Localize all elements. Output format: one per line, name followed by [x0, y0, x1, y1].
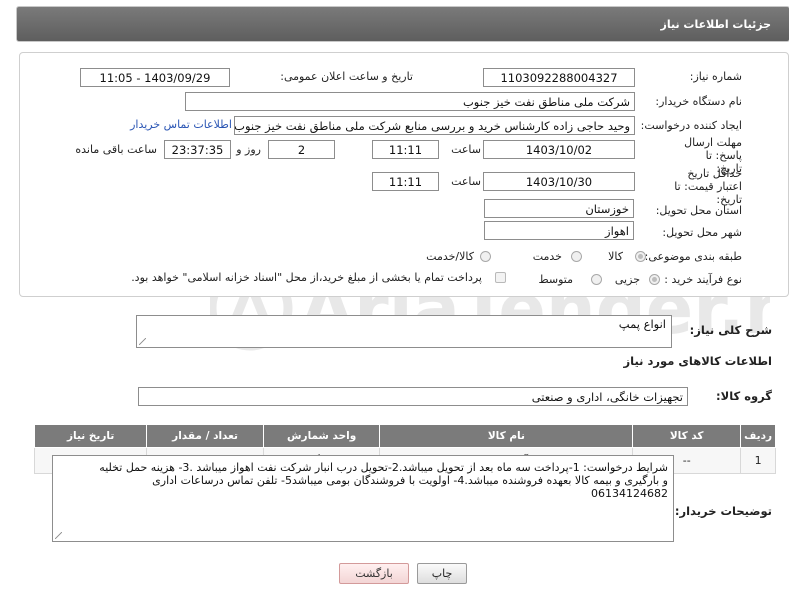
price-validity-time-label: ساعت — [451, 175, 481, 188]
col-header-unit: واحد شمارش — [262, 424, 381, 448]
col-header-row: ردیف — [740, 424, 776, 448]
requester-field[interactable]: وحید حاجی زاده کارشناس خرید و بررسی مناب… — [234, 116, 635, 135]
col-header-quantity: تعداد / مقدار — [146, 424, 264, 448]
summary-label: شرح کلی نیاز: — [689, 323, 772, 337]
reply-deadline-date-field[interactable]: 1403/10/02 — [483, 140, 635, 159]
price-validity-date-field[interactable]: 1403/10/30 — [483, 172, 635, 191]
remaining-time-label: ساعت باقی مانده — [75, 143, 157, 156]
goods-table-header: ردیف کد کالا نام کالا واحد شمارش تعداد /… — [33, 424, 776, 448]
process-medium-radio[interactable] — [591, 274, 602, 285]
resize-grip-icon[interactable] — [55, 532, 62, 539]
need-number-label: شماره نیاز: — [689, 70, 742, 83]
remaining-time-field[interactable]: 23:37:35 — [164, 140, 231, 159]
buyer-notes-label: توضیحات خریدار: — [674, 504, 772, 518]
buyer-notes-field[interactable]: شرایط درخواست: 1-پرداخت سه ماه بعد از تح… — [52, 455, 674, 542]
print-button[interactable]: چاپ — [417, 563, 467, 584]
reply-deadline-time-field[interactable]: 11:11 — [372, 140, 439, 159]
col-header-date: تاریخ نیاز — [33, 424, 148, 448]
category-goods-service-radio[interactable] — [480, 251, 491, 262]
province-label: استان محل تحویل: — [655, 204, 742, 217]
reply-deadline-time-label: ساعت — [451, 143, 481, 156]
back-button[interactable]: بازگشت — [339, 563, 409, 584]
process-medium-label: متوسط — [538, 273, 573, 286]
goods-section-title: اطلاعات کالاهای مورد نیاز — [623, 354, 772, 368]
category-label: طبقه بندی موضوعی: — [644, 250, 742, 263]
category-goods-label: کالا — [608, 250, 623, 263]
buyer-org-field[interactable]: شرکت ملی مناطق نفت خیز جنوب — [185, 92, 635, 111]
announce-datetime-label: تاریخ و ساعت اعلان عمومی: — [280, 70, 413, 83]
treasury-payment-note: پرداخت تمام یا بخشی از مبلغ خرید،از محل … — [131, 271, 482, 284]
city-field[interactable]: اهواز — [484, 221, 634, 240]
col-header-code: کد کالا — [632, 424, 742, 448]
category-goods-service-label: کالا/خدمت — [426, 250, 474, 263]
reply-days-label: روز و — [236, 143, 261, 156]
process-label: نوع فرآیند خرید : — [664, 273, 742, 286]
buyer-notes-line: شرایط درخواست: 1-پرداخت سه ماه بعد از تح… — [99, 461, 668, 474]
province-field[interactable]: خوزستان — [484, 199, 634, 218]
announce-datetime-field[interactable]: 1403/09/29 - 11:05 — [80, 68, 230, 87]
treasury-payment-checkbox[interactable] — [495, 272, 506, 283]
process-minor-radio[interactable] — [649, 274, 660, 285]
summary-field[interactable]: انواع پمپ — [136, 315, 672, 348]
reply-days-field[interactable]: 2 — [268, 140, 335, 159]
price-validity-label: حداقل تاریخ اعتبار قیمت: تا تاریخ: — [674, 167, 742, 206]
price-validity-time-field[interactable]: 11:11 — [372, 172, 439, 191]
goods-group-label: گروه کالا: — [716, 389, 772, 403]
category-service-radio[interactable] — [571, 251, 582, 262]
city-label: شهر محل تحویل: — [662, 226, 742, 239]
buyer-notes-line: و بارگیری و بیمه کالا بعهده فروشنده میبا… — [152, 474, 668, 487]
buyer-notes-line: 06134124682 — [591, 487, 668, 500]
buyer-contact-link[interactable]: اطلاعات تماس خریدار — [130, 118, 232, 131]
goods-group-field[interactable]: تجهیزات خانگی، اداری و صنعتی — [138, 387, 688, 406]
category-goods-radio[interactable] — [635, 251, 646, 262]
category-service-label: خدمت — [532, 250, 562, 263]
summary-text: انواع پمپ — [618, 317, 666, 331]
resize-grip-icon[interactable] — [139, 338, 146, 345]
page-title: جزئیات اطلاعات نیاز — [660, 18, 772, 31]
need-number-field[interactable]: 1103092288004327 — [483, 68, 635, 87]
process-minor-label: جزیی — [614, 273, 640, 286]
col-header-name: نام کالا — [379, 424, 634, 448]
requester-label: ایجاد کننده درخواست: — [640, 119, 742, 132]
page-header: جزئیات اطلاعات نیاز — [16, 6, 789, 42]
cell-row-number: 1 — [740, 447, 776, 474]
buyer-org-label: نام دستگاه خریدار: — [655, 95, 742, 108]
